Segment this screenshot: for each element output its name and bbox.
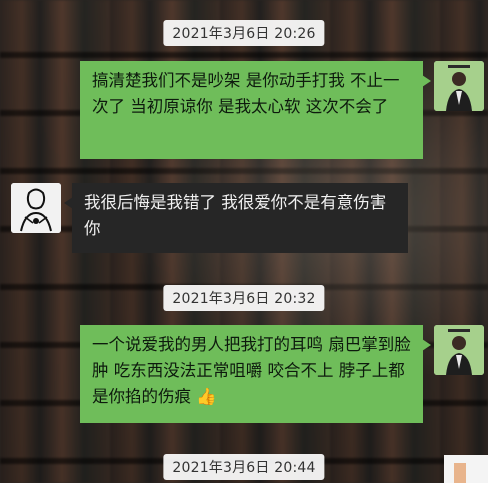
sent-avatar-icon[interactable] [434, 325, 484, 375]
message-text: 一个说爱我的男人把我打的耳鸣 扇巴掌到脸肿 吃东西没法正常咀嚼 咬合不上 脖子上… [92, 335, 411, 406]
received-avatar-icon[interactable] [11, 183, 61, 233]
partial-image-thumbnail[interactable] [444, 455, 488, 483]
timestamp-2: 2021年3月6日 20:32 [163, 285, 325, 311]
message-bubble-sent-1[interactable]: 搞清楚我们不是吵架 是你动手打我 不止一次了 当初原谅你 是我太心软 这次不会了 [80, 61, 431, 159]
message-text: 我很后悔是我错了 我很爱你不是有意伤害你 [84, 193, 387, 238]
timestamp-1: 2021年3月6日 20:26 [163, 20, 325, 46]
message-text: 搞清楚我们不是吵架 是你动手打我 不止一次了 当初原谅你 是我太心软 这次不会了 [92, 71, 400, 116]
timestamp-3: 2021年3月6日 20:44 [163, 454, 325, 480]
message-bubble-received-1[interactable]: 我很后悔是我错了 我很爱你不是有意伤害你 [64, 183, 408, 253]
thumbs-up-icon: 👍 [196, 387, 217, 406]
sent-avatar-icon[interactable] [434, 61, 484, 111]
message-bubble-sent-2[interactable]: 一个说爱我的男人把我打的耳鸣 扇巴掌到脸肿 吃东西没法正常咀嚼 咬合不上 脖子上… [80, 325, 431, 423]
